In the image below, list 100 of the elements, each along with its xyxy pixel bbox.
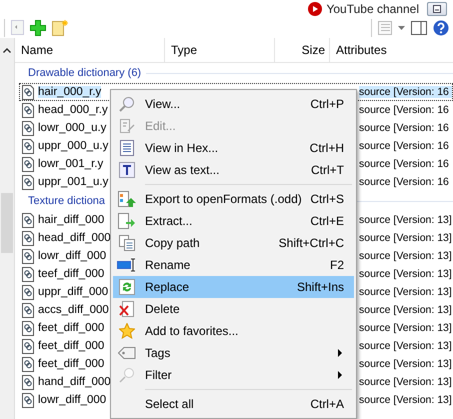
- page-icon: [11, 20, 24, 35]
- file-name[interactable]: hair_diff_000: [38, 214, 104, 226]
- column-header[interactable]: Name: [15, 38, 165, 62]
- group-header[interactable]: Texture dictiona: [28, 195, 106, 207]
- attributes-cell-text: source [Version: 16: [359, 176, 450, 188]
- file-name[interactable]: accs_diff_000: [38, 304, 109, 316]
- attributes-cell: source [Version: 13]: [359, 214, 452, 226]
- youtube-link[interactable]: YouTube channel: [308, 2, 419, 16]
- document-icon: [120, 140, 134, 156]
- file-name[interactable]: feet_diff_000: [38, 340, 104, 352]
- file-icon: [22, 374, 34, 390]
- menu-item[interactable]: View in Hex... Ctrl+H: [113, 137, 354, 159]
- attributes-cell: source [Version: 13]: [359, 268, 452, 280]
- file-icon: [22, 356, 34, 372]
- export-icon: [118, 191, 136, 207]
- star-icon: [119, 323, 135, 339]
- file-icon: [22, 338, 34, 354]
- menu-item[interactable]: Delete: [113, 298, 354, 320]
- scroll-bar[interactable]: [0, 38, 15, 419]
- file-name[interactable]: head_000_r.y: [38, 104, 108, 116]
- add-button[interactable]: [30, 20, 46, 36]
- menu-item[interactable]: Select all Ctrl+A: [113, 393, 354, 415]
- play-icon: [308, 2, 322, 16]
- attributes-cell: source [Version: 13]: [359, 358, 452, 370]
- magnifier-icon: [119, 96, 135, 112]
- file-icon: [22, 392, 34, 408]
- menu-item[interactable]: Replace Shift+Ins: [113, 276, 354, 298]
- file-name[interactable]: feet_diff_000: [38, 322, 104, 334]
- file-name[interactable]: hand_diff_000: [38, 376, 111, 388]
- file-name[interactable]: lowr_001_r.y: [38, 158, 104, 170]
- file-icon: [22, 320, 34, 336]
- edit-icon: [119, 118, 135, 134]
- attributes-cell: source [Version: 16: [359, 86, 452, 98]
- window-button[interactable]: [427, 2, 447, 16]
- attributes-cell: source [Version: 13]: [359, 376, 452, 388]
- menu-item[interactable]: Copy path Shift+Ctrl+C: [113, 232, 354, 254]
- attributes-cell: source [Version: 13]: [359, 394, 452, 406]
- text-icon: [119, 162, 135, 178]
- menu-item[interactable]: Export to openFormats (.odd) Ctrl+S: [113, 188, 354, 210]
- file-icon: [22, 302, 34, 318]
- attributes-cell: source [Version: 13]: [359, 250, 452, 262]
- attributes-cell: source [Version: 13]: [359, 304, 452, 316]
- column-header[interactable]: Attributes: [330, 38, 453, 62]
- file-name[interactable]: feet_diff_000: [38, 358, 104, 370]
- file-name[interactable]: uppr_diff_000: [38, 286, 108, 298]
- panel-icon: [411, 20, 427, 34]
- caret-icon: [398, 26, 405, 30]
- attributes-cell: source [Version: 13]: [359, 340, 452, 352]
- menu-item[interactable]: Tags: [113, 342, 354, 364]
- attributes-cell: source [Version: 13]: [359, 232, 452, 244]
- file-icon: [22, 174, 34, 190]
- menu-item[interactable]: Rename F2: [113, 254, 354, 276]
- file-name[interactable]: teef_diff_000: [38, 268, 104, 280]
- file-name[interactable]: lowr_diff_000: [38, 250, 106, 262]
- menu-item[interactable]: Filter: [113, 364, 354, 386]
- file-name[interactable]: head_diff_000: [38, 232, 111, 244]
- window-icon: [433, 4, 441, 12]
- scroll-thumb[interactable]: [1, 193, 13, 253]
- file-icon: [22, 84, 34, 100]
- file-icon: [22, 156, 34, 172]
- file-name[interactable]: uppr_001_u.y: [38, 176, 108, 188]
- attributes-cell: source [Version: 13]: [359, 322, 452, 334]
- view-button[interactable]: [378, 20, 392, 34]
- file-name[interactable]: lowr_diff_000: [38, 394, 106, 406]
- file-icon: [22, 102, 34, 118]
- file-icon: [22, 230, 34, 246]
- youtube-link-text[interactable]: YouTube channel: [326, 2, 419, 16]
- attributes-cell-text: source [Version: 16: [359, 158, 450, 170]
- group-header[interactable]: Drawable dictionary (6): [28, 67, 142, 79]
- file-icon: [22, 266, 34, 282]
- new-file-icon: [52, 20, 68, 36]
- file-name[interactable]: hair_000_r.y: [38, 86, 102, 98]
- menu-item[interactable]: Add to favorites...: [113, 320, 354, 342]
- attributes-cell-text: source [Version: 16: [359, 140, 450, 152]
- magnifier-icon: [119, 367, 135, 383]
- rename-icon: [117, 257, 137, 273]
- plus-icon: [30, 20, 46, 36]
- attributes-cell-text: source [Version: 16: [359, 104, 450, 116]
- chevron-up-icon: [3, 48, 11, 53]
- attributes-cell-text: source [Version: 16: [359, 122, 450, 134]
- dropdown-button[interactable]: [398, 26, 405, 30]
- list-icon: [378, 20, 392, 34]
- refresh-icon: [119, 279, 135, 295]
- menu-item[interactable]: Extract... Ctrl+E: [113, 210, 354, 232]
- column-header[interactable]: Size: [275, 38, 330, 62]
- menu-item[interactable]: View as text... Ctrl+T: [113, 159, 354, 181]
- file-name[interactable]: lowr_000_u.y: [38, 122, 106, 134]
- help-button[interactable]: [433, 20, 449, 36]
- copy-icon: [119, 235, 135, 251]
- file-icon: [22, 284, 34, 300]
- attributes-cell: source [Version: 13]: [359, 286, 452, 298]
- column-header[interactable]: Type: [165, 38, 275, 62]
- file-icon: [22, 212, 34, 228]
- file-icon: [22, 138, 34, 154]
- menu-item[interactable]: View... Ctrl+P: [113, 93, 354, 115]
- file-name[interactable]: uppr_000_u.y: [38, 140, 108, 152]
- extract-icon: [118, 213, 136, 229]
- new-folder-button[interactable]: [52, 20, 68, 36]
- file-icon: [22, 248, 34, 264]
- panel-button[interactable]: [411, 20, 427, 34]
